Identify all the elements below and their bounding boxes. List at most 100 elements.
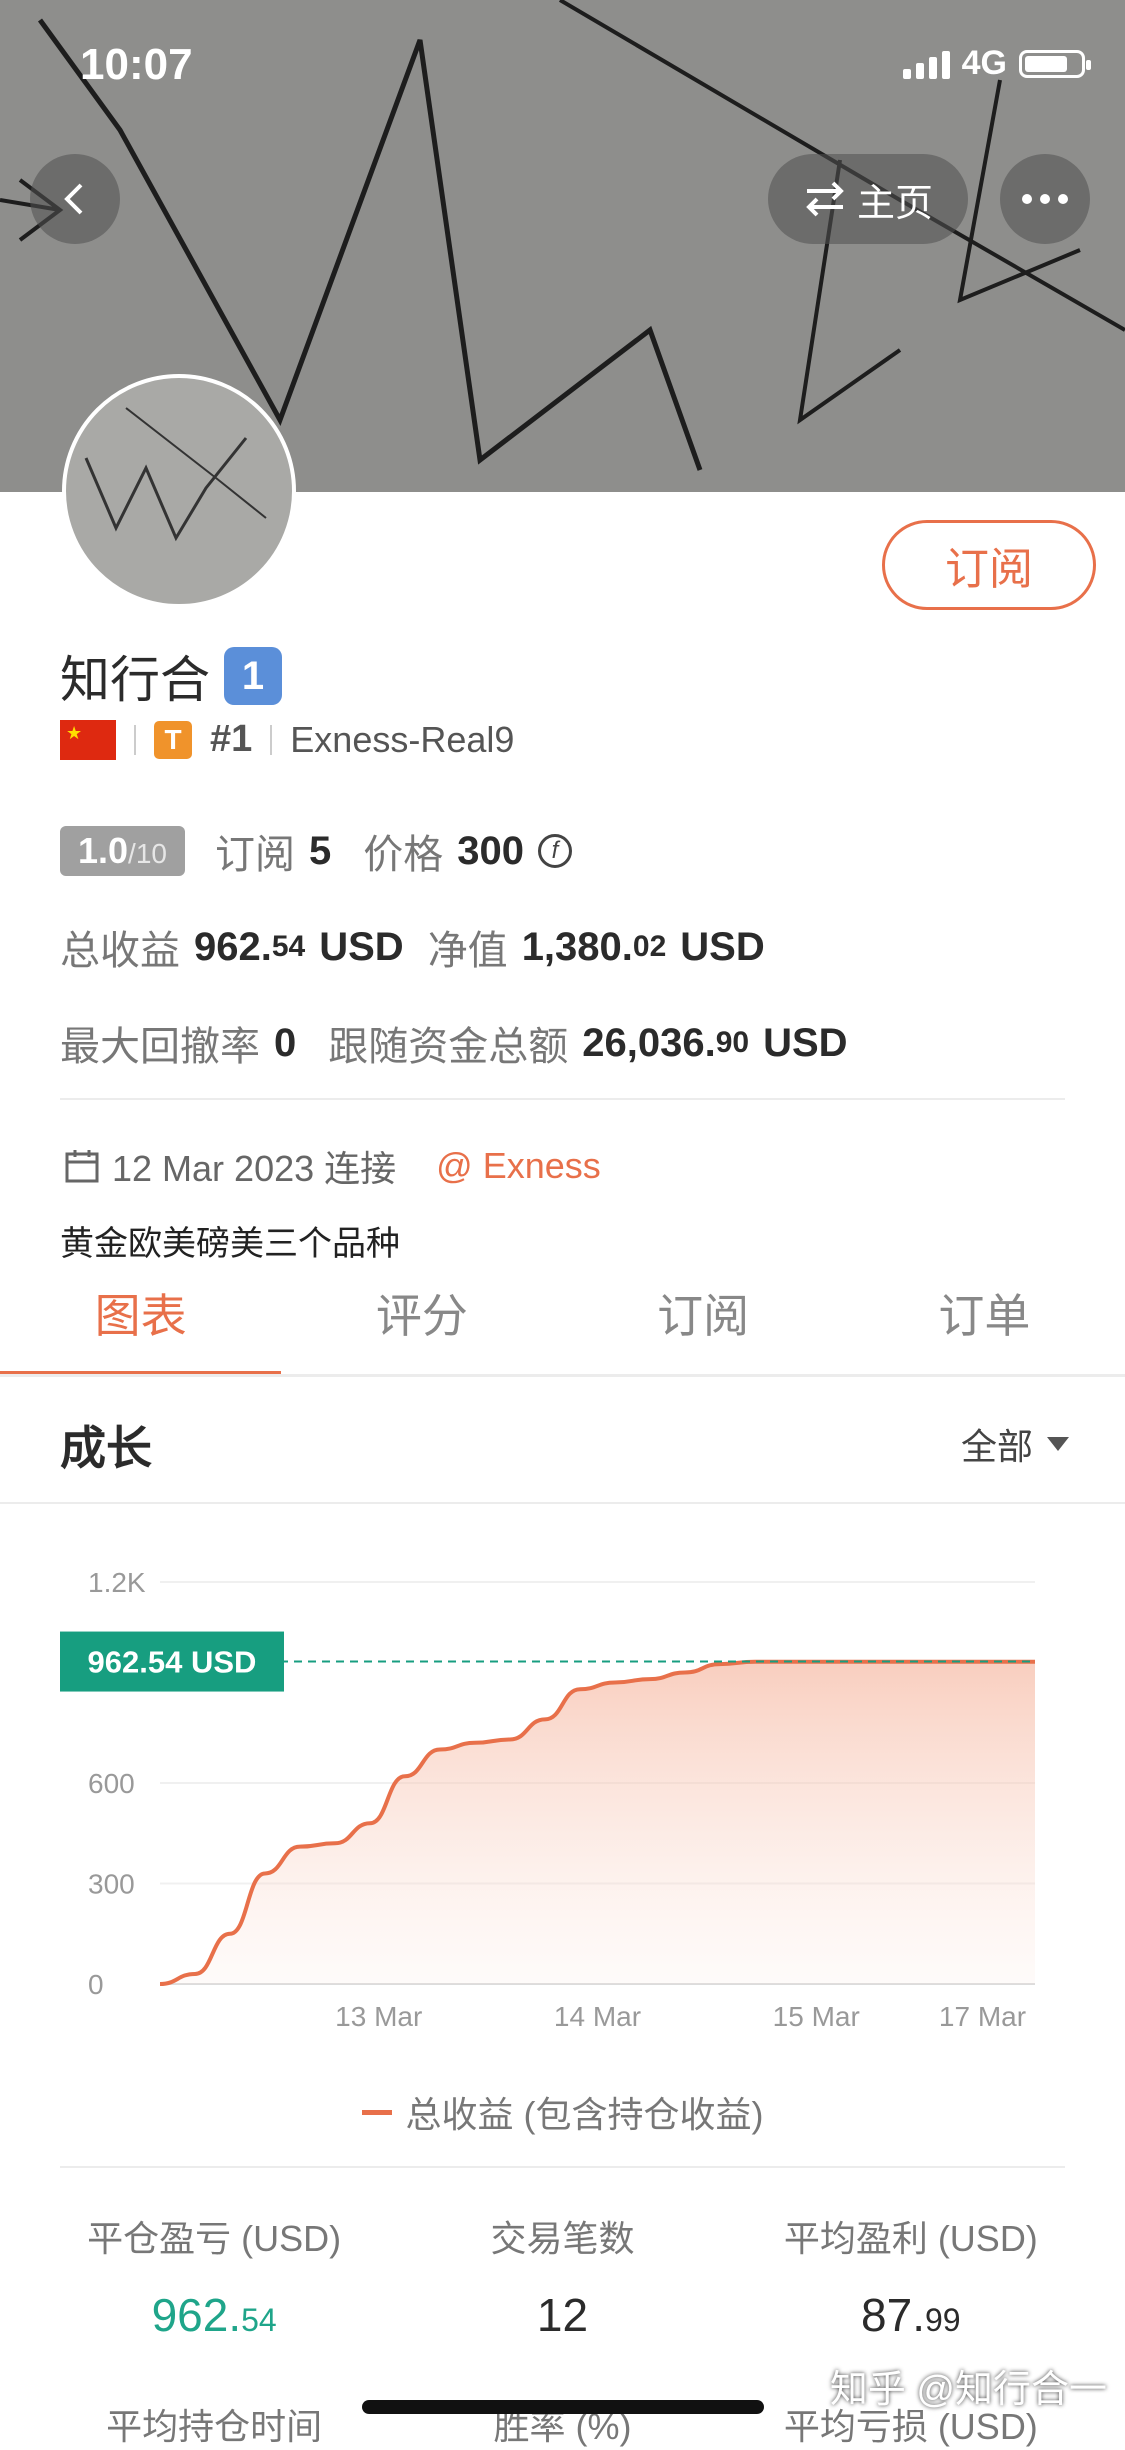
avatar-sketch [84, 407, 267, 542]
network-type: 4G [961, 44, 1007, 82]
equity-dec: 02 [632, 930, 667, 963]
tab-subscriptions[interactable]: 订阅 [563, 1280, 844, 1376]
profile-name-row: 知行合 1 [60, 640, 282, 712]
coin-icon: f [537, 834, 572, 868]
watermark: 知乎 @知行合一 [829, 2369, 1107, 2411]
stat-label: 交易笔数 [490, 2218, 635, 2259]
rank-text: #1 [210, 718, 253, 760]
avatar[interactable] [62, 374, 296, 608]
profile-name: 知行合 [60, 652, 210, 708]
current-value-label: 962.54 USD [88, 1645, 257, 1680]
equity-int: 1,380. [521, 924, 633, 969]
price-label: 价格 [363, 833, 444, 877]
status-time: 10:07 [80, 40, 193, 89]
tab-chart[interactable]: 图表 [0, 1280, 282, 1376]
chevron-left-icon [64, 183, 83, 215]
y-tick-label: 300 [88, 1869, 135, 1900]
home-label: 主页 [856, 182, 933, 225]
stat-avg-hold-time: 平均持仓时间 [40, 2398, 388, 2450]
swap-icon [806, 181, 844, 217]
home-button[interactable]: 主页 [768, 154, 968, 244]
total-profit-unit: USD [319, 924, 404, 969]
follow-int: 26,036. [582, 1020, 716, 1065]
divider [60, 1098, 1065, 1100]
stat-value-int: 962. [151, 2289, 242, 2341]
back-button[interactable] [30, 154, 120, 244]
china-flag-icon: ★ [60, 719, 116, 760]
stat-trade-count: 交易笔数 12 [388, 2210, 736, 2342]
subscribe-text: 订阅 [214, 833, 295, 877]
divider [270, 724, 273, 755]
tab-bar: 图表 评分 订阅 订单 [0, 1280, 1125, 1376]
y-tick-label: 0 [88, 1969, 104, 2000]
stat-label: 平均盈利 (USD) [783, 2218, 1038, 2259]
total-profit-label: 总收益 [60, 929, 180, 973]
stat-value-dec: 54 [241, 2302, 277, 2338]
stat-label: 平仓盈亏 (USD) [87, 2218, 342, 2259]
connect-row: 12 Mar 2023 连接 @ Exness [64, 1140, 601, 1192]
stat-value-dec: 99 [925, 2302, 961, 2338]
area-fill [160, 1661, 1035, 1984]
price-value: 300 [457, 828, 524, 873]
stat-value-int: 87. [861, 2289, 925, 2341]
subscribe-button[interactable]: 订阅 [882, 520, 1096, 610]
follow-dec: 90 [715, 1026, 750, 1059]
divider [0, 1502, 1125, 1504]
more-button[interactable] [1000, 154, 1090, 244]
calendar-icon [65, 1150, 99, 1183]
stat-closed-pnl: 平仓盈亏 (USD) 962.54 [40, 2210, 388, 2342]
legend-swatch [361, 2109, 392, 2115]
trader-badge-icon: T [154, 720, 192, 759]
x-tick-label: 13 Mar [335, 2001, 422, 2032]
score-badge: 1.0/10 [60, 826, 185, 876]
stat-value: 962.54 [40, 2288, 388, 2342]
divider [0, 1374, 1125, 1377]
x-tick-label: 14 Mar [554, 2001, 641, 2032]
stat-value: 87.99 [737, 2288, 1085, 2342]
drawdown-value: 0 [274, 1020, 297, 1065]
divider [134, 724, 136, 755]
stats-row: 平仓盈亏 (USD) 962.54 交易笔数 12 平均盈利 (USD) 87.… [40, 2210, 1085, 2342]
broker-link[interactable]: @ Exness [436, 1145, 601, 1187]
subscribe-count: 5 [308, 828, 332, 873]
stat-avg-profit: 平均盈利 (USD) 87.99 [737, 2210, 1085, 2342]
follow-label: 跟随资金总额 [328, 1025, 569, 1069]
signal-icon [902, 49, 950, 79]
chart-legend: 总收益 (包含持仓收益) [0, 2086, 1125, 2138]
equity-label: 净值 [427, 929, 508, 973]
equity-unit: USD [680, 924, 765, 969]
stat-value-int: 12 [536, 2289, 589, 2341]
divider [60, 2166, 1065, 2168]
total-profit-int: 962. [194, 924, 272, 969]
account-name: Exness-Real9 [290, 718, 515, 760]
drawdown-row: 最大回撤率 0 跟随资金总额 26,036. 90 USD [60, 1014, 848, 1072]
home-indicator[interactable] [362, 2400, 764, 2414]
follow-unit: USD [763, 1020, 848, 1065]
legend-label: 总收益 (包含持仓收益) [405, 2094, 764, 2135]
range-filter[interactable]: 全部 [961, 1418, 1069, 1470]
total-profit-dec: 54 [271, 930, 306, 963]
more-dots-icon [1022, 194, 1068, 204]
growth-chart: 0 300 600 1.2K 13 Mar 14 Mar 15 Mar 17 Mar 962.5… [60, 1567, 1035, 2032]
profile-description: 黄金欧美磅美三个品种 [60, 1225, 400, 1263]
drawdown-label: 最大回撤率 [60, 1025, 260, 1069]
section-title: 成长 [60, 1422, 152, 1474]
tab-rating[interactable]: 评分 [281, 1280, 562, 1376]
stat-label: 平均持仓时间 [106, 2406, 323, 2447]
caret-down-icon [1047, 1437, 1069, 1451]
tab-orders[interactable]: 订单 [844, 1280, 1125, 1376]
profit-row: 总收益 962. 54 USD 净值 1,380. 02 USD [60, 918, 765, 976]
rank-badge: 1 [224, 647, 282, 705]
x-tick-label: 17 Mar [939, 2001, 1026, 2032]
stat-value: 12 [388, 2288, 736, 2342]
profile-tags: ★ T #1 Exness-Real9 [60, 718, 514, 761]
status-bar-right: 4G [902, 44, 1091, 83]
battery-icon [1019, 49, 1091, 78]
y-tick-label: 1.2K [88, 1567, 146, 1598]
range-filter-label: 全部 [960, 1426, 1033, 1467]
x-tick-label: 15 Mar [773, 2001, 860, 2032]
score-max: /10 [128, 838, 167, 869]
connect-date: 12 Mar 2023 连接 [112, 1148, 397, 1189]
score-value: 1.0 [78, 830, 129, 871]
score-row: 1.0/10 订阅 5 价格 300 f [60, 822, 572, 880]
